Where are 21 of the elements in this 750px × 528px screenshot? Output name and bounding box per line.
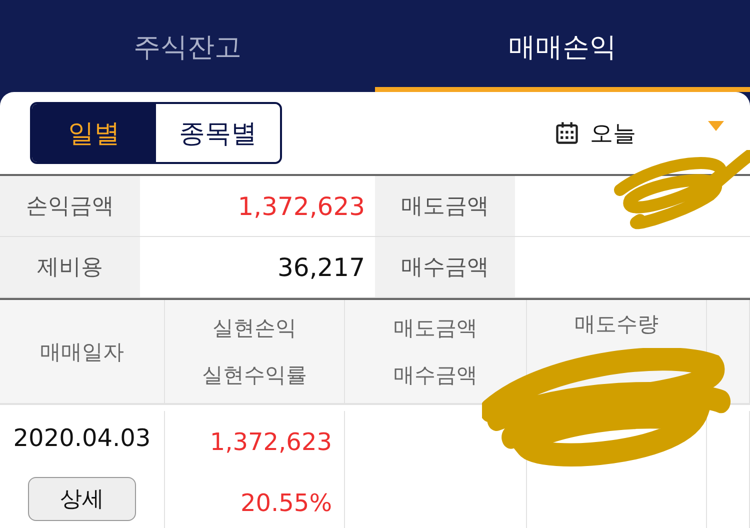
summary-label: 매도금액 xyxy=(375,176,515,237)
tab[interactable]: 주식잔고 xyxy=(0,0,375,92)
column-header: 매매일자 xyxy=(40,338,124,366)
trade-date: 2020.04.03 xyxy=(13,424,151,452)
date-filter[interactable]: 오늘 xyxy=(548,116,642,150)
calendar-icon xyxy=(554,120,580,146)
detail-button[interactable]: 상세 xyxy=(28,476,136,520)
column-header: 실현손익 xyxy=(212,314,296,342)
summary-label: 손익금액 xyxy=(0,176,140,237)
column-header: 매도금액 xyxy=(394,314,478,342)
summary-label: 매수금액 xyxy=(375,237,515,298)
column-header: 실현수익률 xyxy=(202,362,307,390)
summary-value: 36,217 xyxy=(278,252,365,282)
summary-value: 1,372,623 xyxy=(238,192,365,220)
realized-return-rate: 20.55% xyxy=(240,488,332,516)
summary-label: 제비용 xyxy=(0,237,140,298)
realized-profit: 1,372,623 xyxy=(210,428,332,456)
column-header: 매수금액 xyxy=(394,362,478,390)
column-header: 매도수량 xyxy=(574,311,658,338)
dropdown-caret-icon[interactable] xyxy=(708,121,724,131)
view-toggle-button[interactable]: 일별 xyxy=(32,104,156,162)
